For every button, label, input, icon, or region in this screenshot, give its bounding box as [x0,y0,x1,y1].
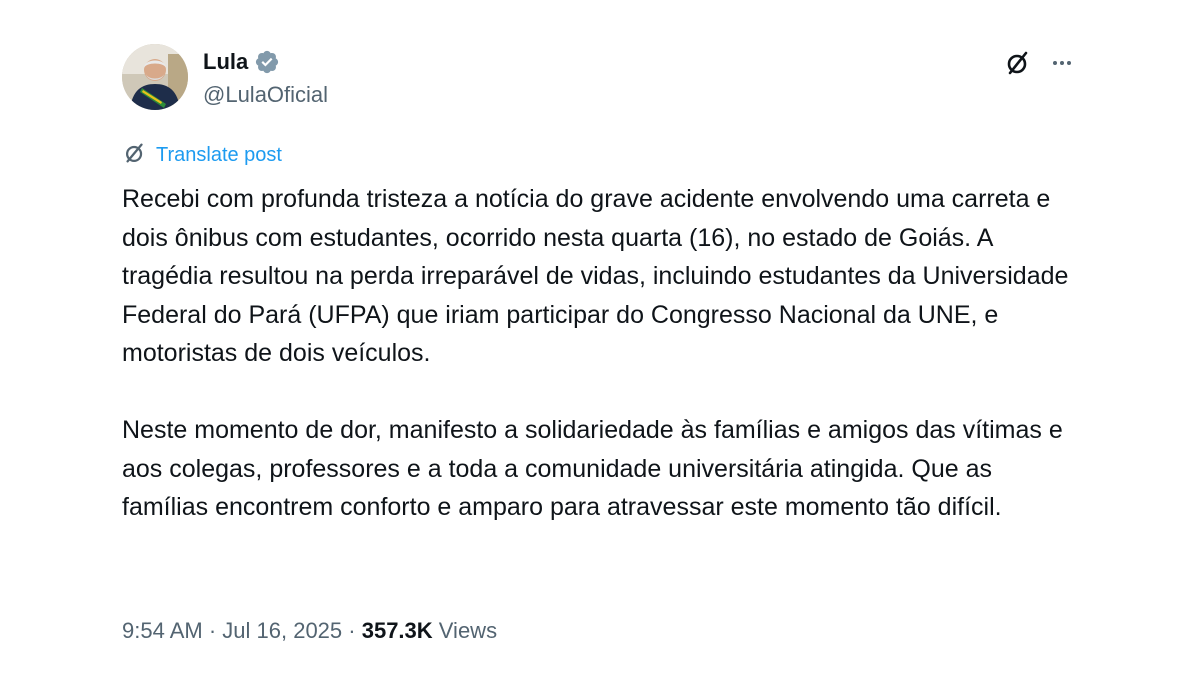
avatar-image [122,44,188,110]
post-body: Recebi com profunda tristeza a notícia d… [122,180,1077,527]
name-row: Lula [203,48,280,76]
translate-post-link[interactable]: Translate post [122,140,282,171]
grok-translate-icon [122,140,148,171]
post-card: Lula @LulaOficial Translate post Recebi … [122,40,1077,700]
post-paragraph: Recebi com profunda tristeza a notícia d… [122,185,1069,367]
grok-icon[interactable] [1003,48,1033,78]
post-time[interactable]: 9:54 AM [122,618,203,644]
post-actions-top [1003,48,1077,78]
more-icon[interactable] [1047,48,1077,78]
meta-separator: · [202,618,223,643]
meta-separator: · [342,618,362,643]
verified-badge-icon[interactable] [254,49,280,75]
post-paragraph: Neste momento de dor, manifesto a solida… [122,416,1063,521]
views-label: Views [432,618,498,643]
author-handle[interactable]: @LulaOficial [203,82,328,108]
post-date[interactable]: Jul 16, 2025 [222,618,342,644]
author-display-name[interactable]: Lula [203,49,248,75]
translate-post-label[interactable]: Translate post [156,144,282,167]
views-count[interactable]: 357.3K [362,618,433,644]
post-meta: 9:54 AM · Jul 16, 2025 · 357.3K Views [122,618,497,644]
avatar[interactable] [122,44,188,110]
